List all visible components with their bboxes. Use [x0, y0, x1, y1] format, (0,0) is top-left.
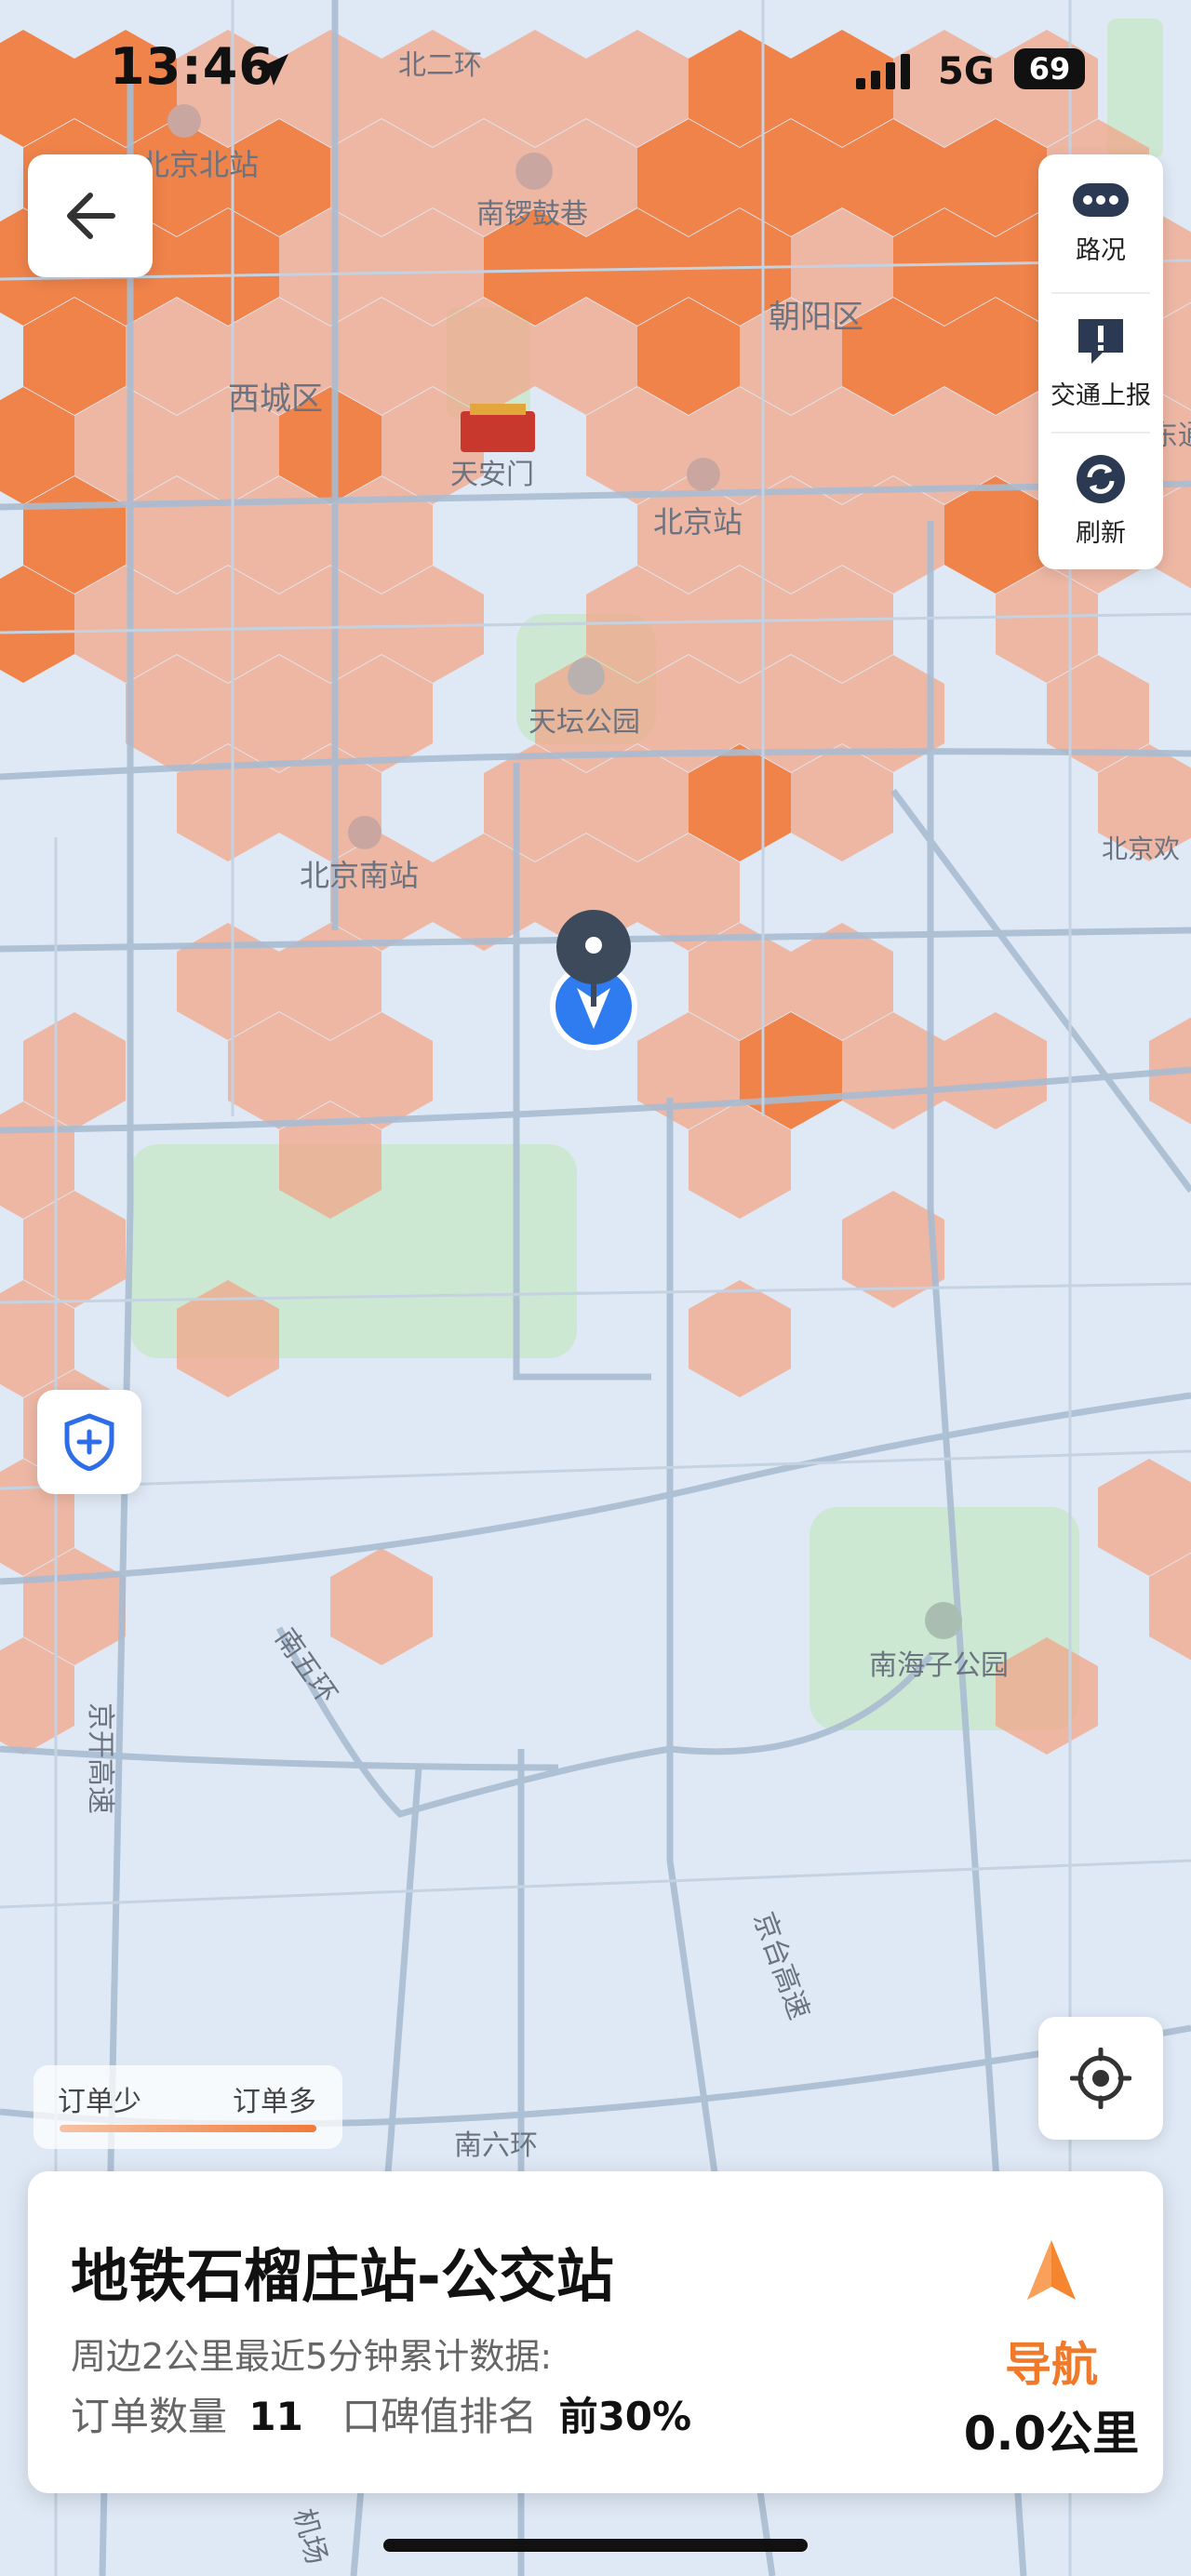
legend-low-label: 订单少: [58, 2086, 141, 2118]
status-bar: 13:46 5G 69: [0, 0, 1191, 140]
place-label-chaoyang: 朝阳区: [769, 300, 863, 335]
scenic-icon: [925, 1602, 962, 1639]
place-label-temple-of-heaven: 天坛公园: [529, 707, 640, 738]
place-label-beijing-station: 北京站: [653, 505, 743, 539]
station-icon: [348, 816, 381, 849]
battery-level: 69: [1028, 51, 1071, 87]
station-name: 地铁石榴庄站-公交站: [71, 2242, 614, 2310]
legend-high-label: 订单多: [233, 2086, 316, 2118]
place-label-nanluoguxiang: 南锣鼓巷: [476, 199, 588, 230]
distance-value: 0.0公里: [963, 2407, 1140, 2461]
refresh-label: 刷新: [1076, 518, 1126, 548]
rank-value: 前30%: [558, 2394, 692, 2439]
order-count-value: 11: [248, 2394, 303, 2439]
traffic-report-label: 交通上报: [1050, 380, 1151, 410]
scenic-icon: [515, 153, 553, 190]
alert-bubble-icon: [1078, 318, 1123, 364]
refresh-icon: [1077, 454, 1125, 503]
locate-icon: [1070, 2048, 1131, 2109]
place-label-tiananmen: 天安门: [450, 460, 534, 490]
locate-me-button[interactable]: [1038, 2017, 1163, 2140]
rank-label: 口碑值排名: [341, 2394, 538, 2439]
home-indicator: [383, 2539, 808, 2552]
navigation-arrow-icon: [1027, 2240, 1076, 2300]
place-label-nanhaizi: 南海子公园: [869, 1650, 1009, 1681]
tiananmen-landmark-icon: [461, 411, 535, 452]
place-label-beijing-south: 北京南站: [300, 859, 419, 892]
station-info-card: 地铁石榴庄站-公交站 周边2公里最近5分钟累计数据: 订单数量 11 口碑值排名…: [28, 2171, 1163, 2493]
location-pin: [550, 910, 637, 1050]
station-icon: [687, 458, 720, 491]
location-arrow-icon: [257, 54, 288, 86]
place-label-beijing-north: 北京北站: [140, 148, 259, 181]
scenic-icon: [568, 658, 605, 695]
back-arrow-icon: [67, 193, 115, 239]
status-time: 13:46: [110, 37, 274, 96]
traffic-label: 路况: [1076, 235, 1126, 265]
place-label-xicheng: 西城区: [228, 381, 323, 417]
chat-bubble-icon: [1073, 182, 1129, 217]
road-label-jingkai: 京开高速: [85, 1702, 115, 1814]
battery-indicator: 69: [1014, 48, 1085, 89]
navigate-label: 导航: [1005, 2338, 1098, 2392]
stats-description: 周边2公里最近5分钟累计数据:: [71, 2336, 553, 2377]
place-label-beijing-huan: 北京欢: [1102, 834, 1180, 863]
signal-icon: [856, 54, 910, 89]
order-count-label: 订单数量: [71, 2394, 228, 2439]
shield-plus-icon: [64, 1413, 114, 1471]
map-tools-panel: 路况 交通上报 刷新: [1038, 154, 1163, 569]
refresh-button[interactable]: 刷新: [1038, 432, 1163, 569]
back-button[interactable]: [28, 154, 153, 277]
stats-values: 订单数量 11 口碑值排名 前30%: [71, 2385, 691, 2442]
traffic-report-button[interactable]: 交通上报: [1038, 294, 1163, 432]
traffic-button[interactable]: 路况: [1038, 154, 1163, 292]
heat-legend: 订单少 订单多: [33, 2065, 342, 2149]
navigate-button[interactable]: 导航 0.0公里: [958, 2238, 1144, 2462]
road-label-south6ring: 南六环: [454, 2130, 538, 2161]
legend-gradient-bar: [60, 2125, 316, 2132]
safety-shield-button[interactable]: [37, 1390, 141, 1494]
network-type: 5G: [938, 50, 995, 93]
